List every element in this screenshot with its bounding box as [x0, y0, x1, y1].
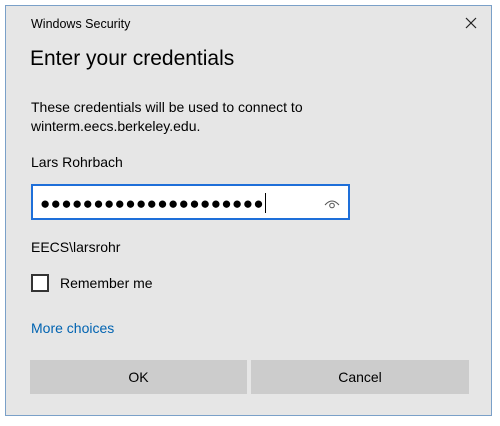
domain-user-label: EECS\larsrohr	[31, 239, 121, 255]
window-title: Windows Security	[31, 17, 131, 31]
text-caret	[265, 193, 267, 213]
password-field[interactable]: ●●●●●●●●●●●●●●●●●●●●●	[31, 184, 350, 220]
credentials-dialog: Windows Security Enter your credentials …	[5, 5, 492, 416]
password-value: ●●●●●●●●●●●●●●●●●●●●●	[40, 193, 267, 213]
dialog-heading: Enter your credentials	[30, 47, 235, 70]
username-label: Lars Rohrbach	[31, 154, 123, 170]
checkbox-box[interactable]	[31, 274, 49, 292]
remember-me-label: Remember me	[60, 275, 153, 291]
eye-icon[interactable]	[324, 197, 340, 209]
close-icon	[465, 17, 477, 29]
ok-button[interactable]: OK	[30, 360, 247, 394]
remember-me-checkbox[interactable]: Remember me	[31, 272, 153, 294]
close-button[interactable]	[461, 13, 481, 33]
cancel-button[interactable]: Cancel	[251, 360, 469, 394]
more-choices-link[interactable]: More choices	[31, 320, 114, 336]
dialog-description: These credentials will be used to connec…	[31, 99, 303, 134]
